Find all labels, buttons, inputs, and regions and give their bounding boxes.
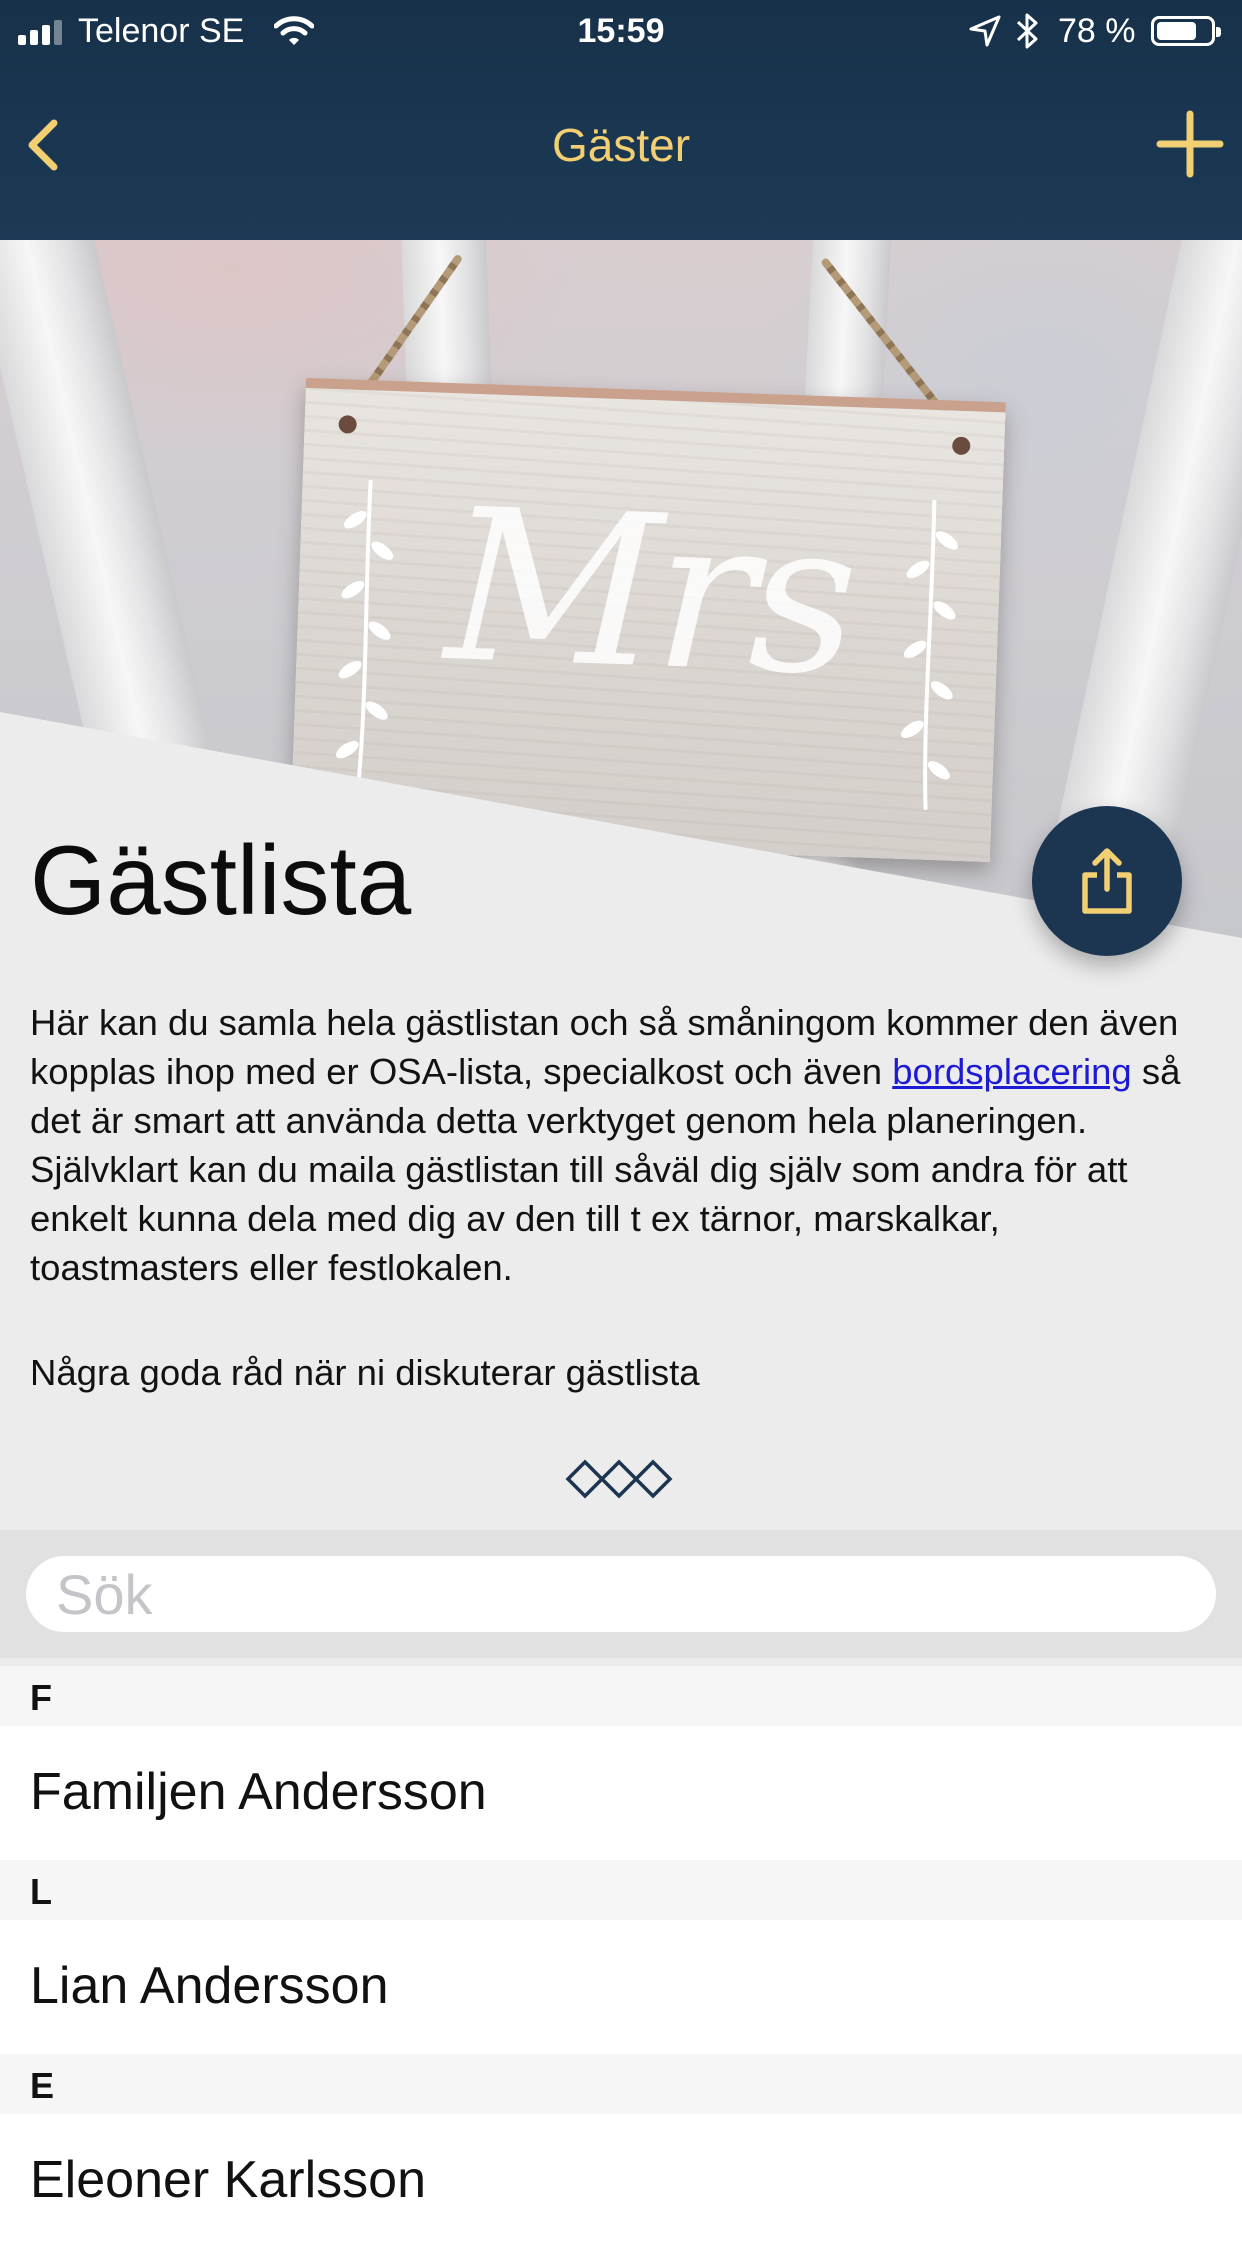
add-guest-button[interactable]: [1150, 104, 1230, 184]
page-title: Gästlista: [30, 825, 412, 935]
bluetooth-icon: [1016, 13, 1038, 49]
status-bar: Telenor SE 15:59 78 %: [0, 0, 1242, 62]
intro-paragraph: Här kan du samla hela gästlistan och så …: [30, 998, 1210, 1292]
guest-row[interactable]: Lian Andersson: [0, 1920, 1242, 2054]
guest-list: F Familjen Andersson L Lian Andersson E …: [0, 1666, 1242, 2248]
guest-row[interactable]: Eleoner Karlsson: [0, 2114, 1242, 2248]
status-time: 15:59: [577, 12, 665, 50]
search-bar: [0, 1530, 1242, 1658]
nav-title: Gäster: [551, 119, 691, 171]
guest-row[interactable]: Familjen Andersson: [0, 1726, 1242, 1860]
battery-percentage: 78 %: [1058, 12, 1136, 50]
section-header: E: [0, 2054, 1242, 2114]
battery-icon: [1151, 16, 1221, 46]
share-icon: [1082, 848, 1132, 914]
plus-icon: [1156, 110, 1224, 178]
diamond-ornament-icon: [565, 1459, 673, 1499]
tips-link[interactable]: Några goda råd när ni diskuterar gästlis…: [30, 1352, 700, 1394]
search-input[interactable]: [26, 1556, 1216, 1632]
share-button[interactable]: [1032, 806, 1182, 956]
section-header: F: [0, 1666, 1242, 1726]
navigation-bar: Telenor SE 15:59 78 % Gäster: [0, 0, 1242, 240]
seating-link[interactable]: bordsplacering: [892, 1051, 1131, 1092]
section-header: L: [0, 1860, 1242, 1920]
sign-script-text: Mrs: [442, 463, 856, 723]
location-arrow-icon: [969, 15, 1001, 47]
